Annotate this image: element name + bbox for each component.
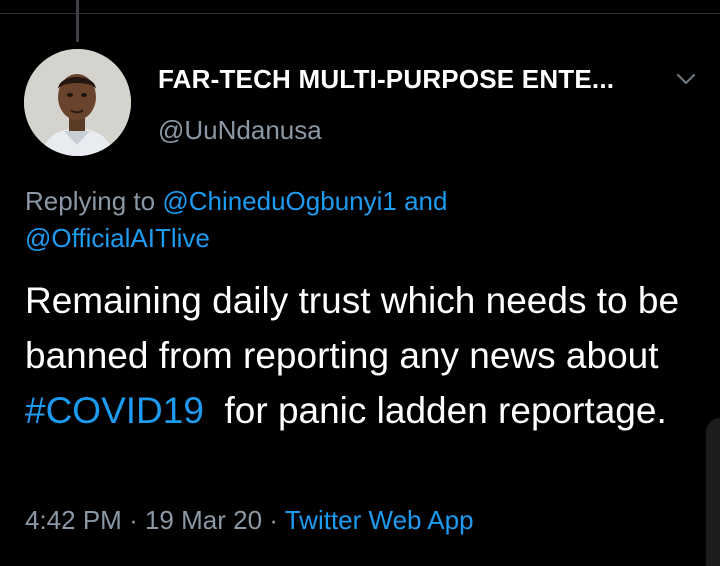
author-handle[interactable]: @UuNdanusa: [158, 115, 322, 146]
tweet-time[interactable]: 4:42 PM: [25, 505, 122, 535]
meta-separator: ·: [269, 505, 278, 535]
tweet-body: Remaining daily trust which needs to be …: [25, 273, 695, 438]
tweet-text: Remaining daily trust which needs to be …: [25, 280, 680, 376]
avatar[interactable]: [24, 49, 131, 156]
mention-link[interactable]: @ChineduOgbunyi1: [162, 186, 397, 216]
tweet-meta: 4:42 PM · 19 Mar 20 · Twitter Web App: [25, 505, 474, 536]
reply-conjunction[interactable]: and: [404, 186, 447, 216]
reply-prefix: Replying to: [25, 186, 156, 216]
tweet-text-continued: for panic ladden reportage.: [203, 390, 667, 431]
tweet-source-link[interactable]: Twitter Web App: [285, 505, 474, 535]
chevron-down-icon[interactable]: [672, 68, 700, 90]
meta-separator: ·: [129, 505, 138, 535]
mention-link[interactable]: @OfficialAITlive: [25, 223, 210, 253]
hashtag-link[interactable]: #COVID19: [25, 390, 204, 431]
reply-context: Replying to @ChineduOgbunyi1 and @Officia…: [25, 183, 585, 257]
avatar-photo: [24, 49, 131, 156]
top-divider: [0, 13, 720, 14]
tweet-date[interactable]: 19 Mar 20: [145, 505, 262, 535]
thread-connector-line: [76, 0, 79, 42]
author-display-name[interactable]: FAR-TECH MULTI-PURPOSE ENTE...: [158, 64, 614, 95]
scroll-edge-panel: [706, 418, 720, 566]
